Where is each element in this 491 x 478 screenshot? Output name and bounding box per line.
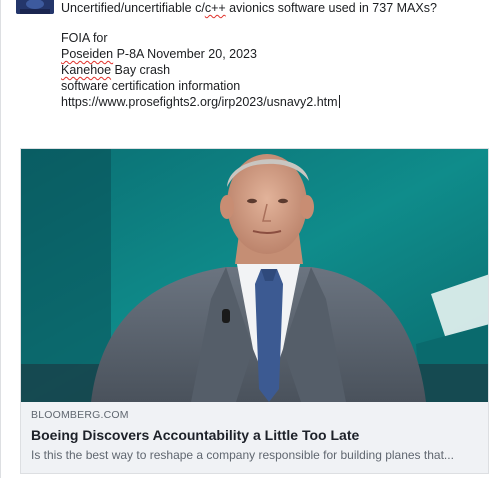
link-preview-meta: BLOOMBERG.COM Boeing Discovers Accountab…: [21, 402, 488, 463]
post-line-foia: FOIA for: [61, 31, 108, 45]
post-line-crash: Kanehoe Bay crash: [61, 63, 171, 77]
post-url[interactable]: https://www.prosefights2.org/irp2023/usn…: [61, 95, 338, 109]
panel-border: [0, 0, 1, 478]
post-text-editor[interactable]: Uncertified/uncertifiable c/c++ avionics…: [61, 0, 481, 110]
post-line-blank: [61, 16, 481, 30]
misspelled-word-kanehoe[interactable]: Kanehoe: [61, 63, 111, 77]
post-line-url: https://www.prosefights2.org/irp2023/usn…: [61, 94, 481, 110]
text-cursor: [338, 95, 340, 108]
misspelled-word-cpp[interactable]: c++: [205, 1, 226, 15]
post-line-software: software certification information: [61, 79, 241, 93]
facebook-post-composer: Uncertified/uncertifiable c/c++ avionics…: [0, 0, 491, 478]
link-preview-image[interactable]: [21, 149, 488, 402]
avatar[interactable]: [16, 0, 54, 14]
post-line-aircraft: Poseiden P-8A November 20, 2023: [61, 47, 257, 61]
avatar-image: [16, 0, 54, 14]
link-description: Is this the best way to reshape a compan…: [31, 448, 454, 462]
link-preview-card[interactable]: BLOOMBERG.COM Boeing Discovers Accountab…: [20, 148, 489, 474]
link-domain: BLOOMBERG.COM: [31, 409, 129, 421]
executive-photo: [21, 149, 488, 402]
post-line-question: Uncertified/uncertifiable c/c++ avionics…: [61, 1, 437, 15]
link-title[interactable]: Boeing Discovers Accountability a Little…: [31, 426, 478, 444]
misspelled-word-poseiden[interactable]: Poseiden: [61, 47, 113, 61]
